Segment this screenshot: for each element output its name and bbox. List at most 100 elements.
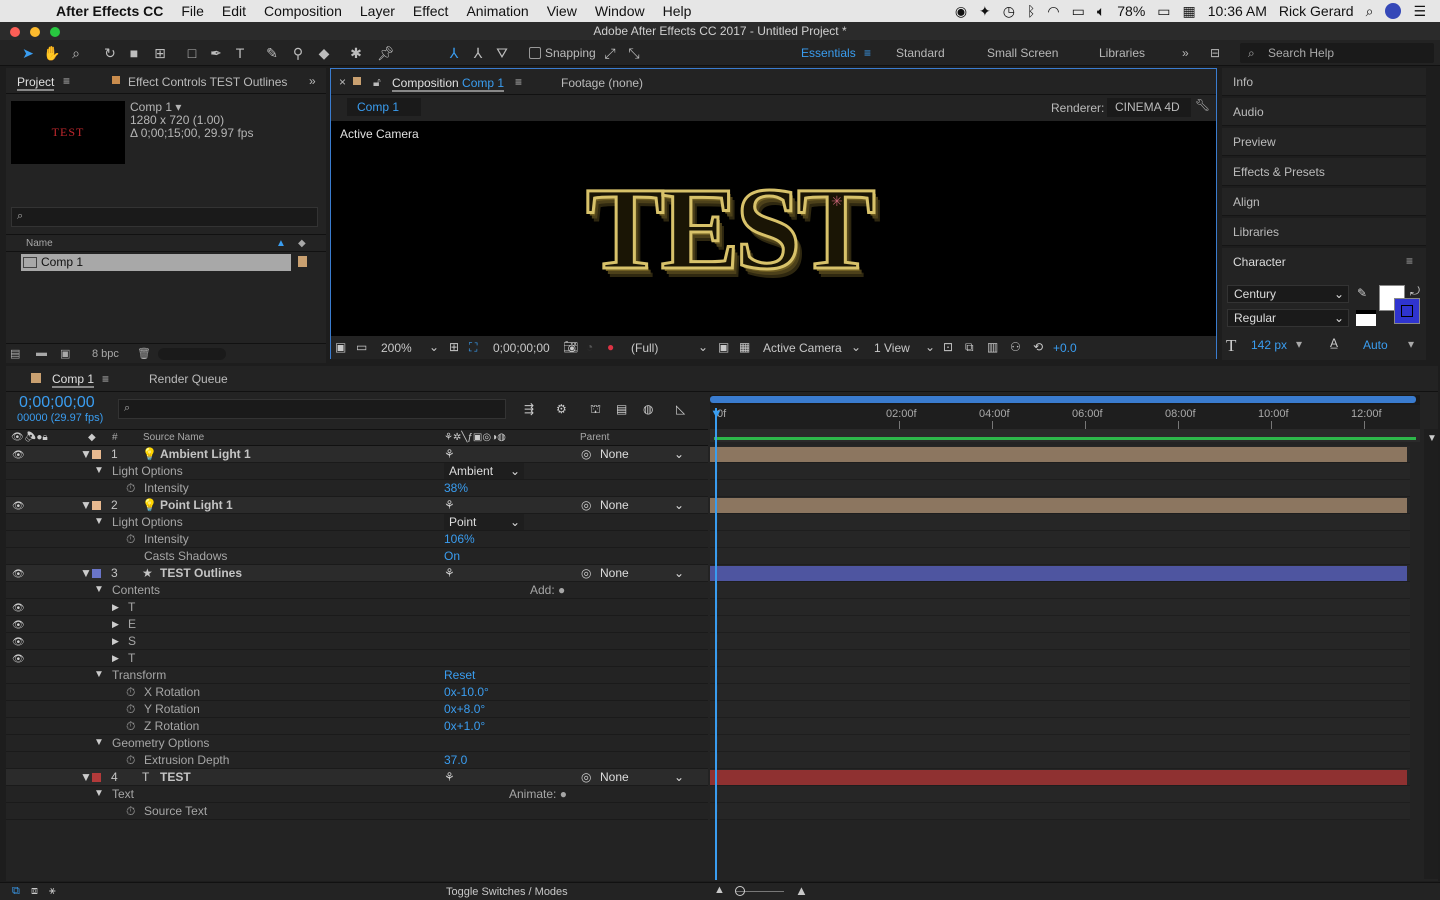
layer-duration-bar[interactable]: [710, 770, 1407, 785]
property-row[interactable]: ⏱︎ Intensity 106%: [6, 531, 708, 548]
property-row[interactable]: ▼ Geometry Options: [6, 735, 708, 752]
twirl-down-icon[interactable]: ▼: [80, 769, 92, 785]
panel-preview[interactable]: Preview: [1222, 128, 1426, 156]
add-menu-button[interactable]: Animate: ●: [509, 786, 567, 802]
panel-info[interactable]: Info: [1222, 68, 1426, 96]
user-name[interactable]: Rick Gerard: [1279, 3, 1354, 19]
track-row[interactable]: I: [710, 684, 1410, 701]
resolution-dropdown[interactable]: (Full): [631, 341, 658, 355]
selection-tool-icon[interactable]: ➤: [18, 43, 38, 63]
visibility-eye-icon[interactable]: 👁︎: [12, 601, 25, 617]
track-row[interactable]: I: [710, 480, 1410, 497]
hand-tool-icon[interactable]: ✋: [42, 43, 62, 63]
track-row[interactable]: I: [710, 803, 1410, 820]
project-bpc[interactable]: 8 bpc: [92, 348, 119, 360]
siri-icon[interactable]: [1385, 3, 1402, 19]
track-row[interactable]: [710, 565, 1410, 582]
property-row[interactable]: ▼ Light Options Ambient ⌄: [6, 463, 708, 480]
item-label-color[interactable]: [298, 256, 307, 267]
tab-render-queue[interactable]: Render Queue: [149, 372, 228, 386]
viewer-timecode[interactable]: 0;00;00;00: [493, 341, 550, 355]
panel-overflow-icon[interactable]: »: [309, 74, 316, 88]
workspace-libraries[interactable]: Libraries: [1099, 46, 1145, 60]
property-value[interactable]: 0x+8.0°: [444, 701, 485, 717]
comp-name-dropdown[interactable]: Comp 1 ▾: [130, 100, 181, 114]
battery-percent[interactable]: 78%: [1117, 3, 1145, 19]
menu-window[interactable]: Window: [586, 3, 654, 19]
right-scrollbar[interactable]: [1430, 68, 1438, 360]
stopwatch-icon[interactable]: ⏱︎: [126, 752, 135, 768]
roto-brush-tool-icon[interactable]: ✱: [346, 43, 366, 63]
menu-app-name[interactable]: After Effects CC: [56, 3, 172, 19]
region-of-interest-icon[interactable]: ▣: [718, 340, 729, 354]
twirl-down-icon[interactable]: ▼: [94, 786, 104, 802]
volume-icon[interactable]: 🔈︎: [1097, 3, 1105, 20]
property-row[interactable]: ⏱︎ X Rotation 0x-10.0°: [6, 684, 708, 701]
parent-pickwhip-icon[interactable]: ◎: [581, 565, 591, 581]
track-row[interactable]: I: [710, 582, 1410, 599]
time-ruler[interactable]: 0f02:00f04:00f06:00f08:00f10:00f12:00f14…: [710, 405, 1420, 429]
comp-mini-flowchart-icon[interactable]: ⇶: [524, 402, 534, 416]
twirl-right-icon[interactable]: ▶: [112, 650, 119, 666]
stopwatch-icon[interactable]: ⏱︎: [126, 701, 135, 717]
parent-dropdown[interactable]: None ⌄: [600, 566, 690, 581]
snap-feather-icon[interactable]: ⤡: [624, 43, 644, 63]
creative-cloud-icon[interactable]: ◉: [955, 3, 967, 20]
workspace-small-screen[interactable]: Small Screen: [987, 46, 1058, 60]
stroke-color-swatch[interactable]: [1394, 298, 1420, 324]
tab-footage[interactable]: Footage (none): [561, 76, 643, 90]
group-name[interactable]: S: [128, 633, 136, 649]
group-name[interactable]: T: [128, 650, 135, 666]
stopwatch-icon[interactable]: ⏱︎: [126, 718, 135, 734]
number-column-icon[interactable]: #: [112, 430, 118, 446]
type-tool-icon[interactable]: T: [230, 43, 250, 63]
monitor-icon[interactable]: ▭: [356, 340, 367, 354]
twirl-down-icon[interactable]: ▼: [94, 514, 104, 530]
property-row[interactable]: ▼ Text Animate: ●: [6, 786, 708, 803]
airplay-icon[interactable]: ▭: [1072, 3, 1085, 20]
layer-row[interactable]: 👁︎ ▼ 2 💡 Point Light 1 ⚘ ◎ None ⌄: [6, 497, 708, 514]
layer-label-color[interactable]: [92, 501, 101, 510]
twirl-right-icon[interactable]: ▶: [112, 633, 119, 649]
clock[interactable]: 10:36 AM: [1208, 3, 1267, 19]
track-row[interactable]: I: [710, 786, 1410, 803]
shy-switch-icon[interactable]: ⚘: [444, 769, 455, 785]
switches-icon[interactable]: ⚘✲╲ƒ▣◎◑◍: [444, 430, 506, 446]
twirl-down-icon[interactable]: ▼: [80, 565, 92, 581]
twirl-down-icon[interactable]: ▼: [80, 446, 92, 462]
close-window-button[interactable]: [10, 27, 20, 37]
fast-previews-icon[interactable]: ⧉: [965, 340, 974, 355]
in-out-icon[interactable]: ⚹: [49, 885, 56, 898]
interpret-footage-icon[interactable]: ▤: [10, 347, 20, 360]
current-time-indicator[interactable]: [715, 408, 717, 880]
mask-visibility-icon[interactable]: ⛶: [469, 340, 477, 355]
motion-blur-icon[interactable]: ◍: [643, 402, 653, 416]
renderer-value[interactable]: CINEMA 4D: [1107, 98, 1191, 117]
chevron-down-icon[interactable]: ▾: [1408, 337, 1414, 351]
view-layout-dropdown[interactable]: 1 View: [874, 341, 910, 355]
chevron-down-icon[interactable]: ⌄: [698, 340, 708, 354]
lock-icon[interactable]: 🔓︎: [373, 75, 381, 90]
layer-label-color[interactable]: [92, 569, 101, 578]
property-row[interactable]: ⏱︎ Y Rotation 0x+8.0°: [6, 701, 708, 718]
toggle-pixel-aspect-icon[interactable]: ⊡: [943, 340, 953, 354]
property-row[interactable]: 👁︎ ▶ E: [6, 616, 708, 633]
transparency-grid-icon[interactable]: ▦: [739, 340, 750, 354]
layer-name[interactable]: Ambient Light 1: [160, 446, 251, 462]
visibility-eye-icon[interactable]: 👁︎: [12, 499, 25, 515]
layer-switches-icon[interactable]: ⧉: [12, 885, 20, 898]
new-folder-icon[interactable]: ▬: [36, 347, 47, 359]
bluetooth-icon[interactable]: ᛒ: [1027, 3, 1035, 19]
layer-name[interactable]: TEST Outlines: [160, 565, 242, 581]
zoom-slider-knob[interactable]: [735, 886, 745, 896]
menu-file[interactable]: File: [172, 3, 213, 19]
property-value[interactable]: 37.0: [444, 752, 467, 768]
label-column-icon[interactable]: ◆: [298, 235, 306, 253]
scroll-up-icon[interactable]: ▼: [1427, 433, 1437, 444]
column-name[interactable]: Name: [26, 235, 53, 253]
renderer-settings-icon[interactable]: 🔧︎: [1195, 98, 1210, 112]
view-axis-icon[interactable]: ⛛: [492, 43, 512, 63]
swap-colors-icon[interactable]: ⤾: [1410, 284, 1420, 299]
zoom-out-icon[interactable]: ▲: [714, 884, 725, 896]
light-type-dropdown[interactable]: Ambient ⌄: [444, 463, 524, 479]
